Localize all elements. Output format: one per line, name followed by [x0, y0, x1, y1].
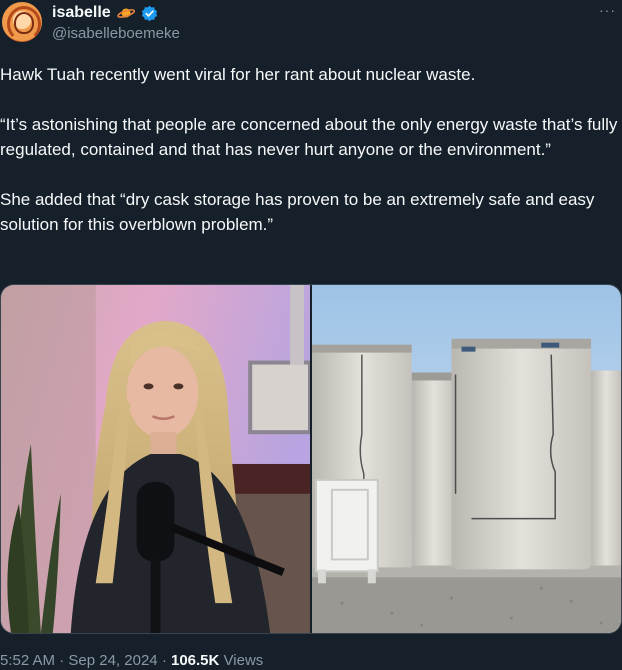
views-count[interactable]: 106.5K — [171, 652, 219, 669]
avatar-face — [14, 12, 34, 34]
tweet-media — [0, 284, 622, 634]
tweet-meta: 5:52 AM · Sep 24, 2024 · 106.5K Views — [0, 652, 263, 669]
author-name-row: isabelle — [52, 3, 158, 23]
views-label: Views — [223, 652, 264, 669]
tweet-time[interactable]: 5:52 AM — [0, 652, 55, 669]
ringed-planet-icon — [116, 6, 135, 20]
author-handle[interactable]: @isabelleboemeke — [52, 25, 180, 42]
verified-badge-icon[interactable] — [141, 5, 158, 22]
avatar[interactable] — [0, 0, 44, 44]
more-options-icon[interactable]: ··· — [599, 2, 616, 18]
tweet-date[interactable]: Sep 24, 2024 — [68, 652, 157, 669]
meta-separator-2: · — [161, 652, 167, 669]
tweet-text: Hawk Tuah recently went viral for her ra… — [0, 62, 620, 237]
podcast-woman-photo[interactable] — [1, 285, 310, 633]
meta-separator: · — [59, 652, 65, 669]
dry-cask-storage-photo[interactable] — [312, 285, 621, 633]
tweet-paragraph-1: Hawk Tuah recently went viral for her ra… — [0, 65, 476, 84]
tweet-paragraph-2: “It’s astonishing that people are concer… — [0, 115, 618, 159]
author-display-name[interactable]: isabelle — [52, 4, 111, 22]
tweet-paragraph-3: She added that “dry cask storage has pro… — [0, 190, 595, 234]
tweet: isabelle @isabelleboemeke ··· Hawk Tuah … — [0, 0, 622, 670]
